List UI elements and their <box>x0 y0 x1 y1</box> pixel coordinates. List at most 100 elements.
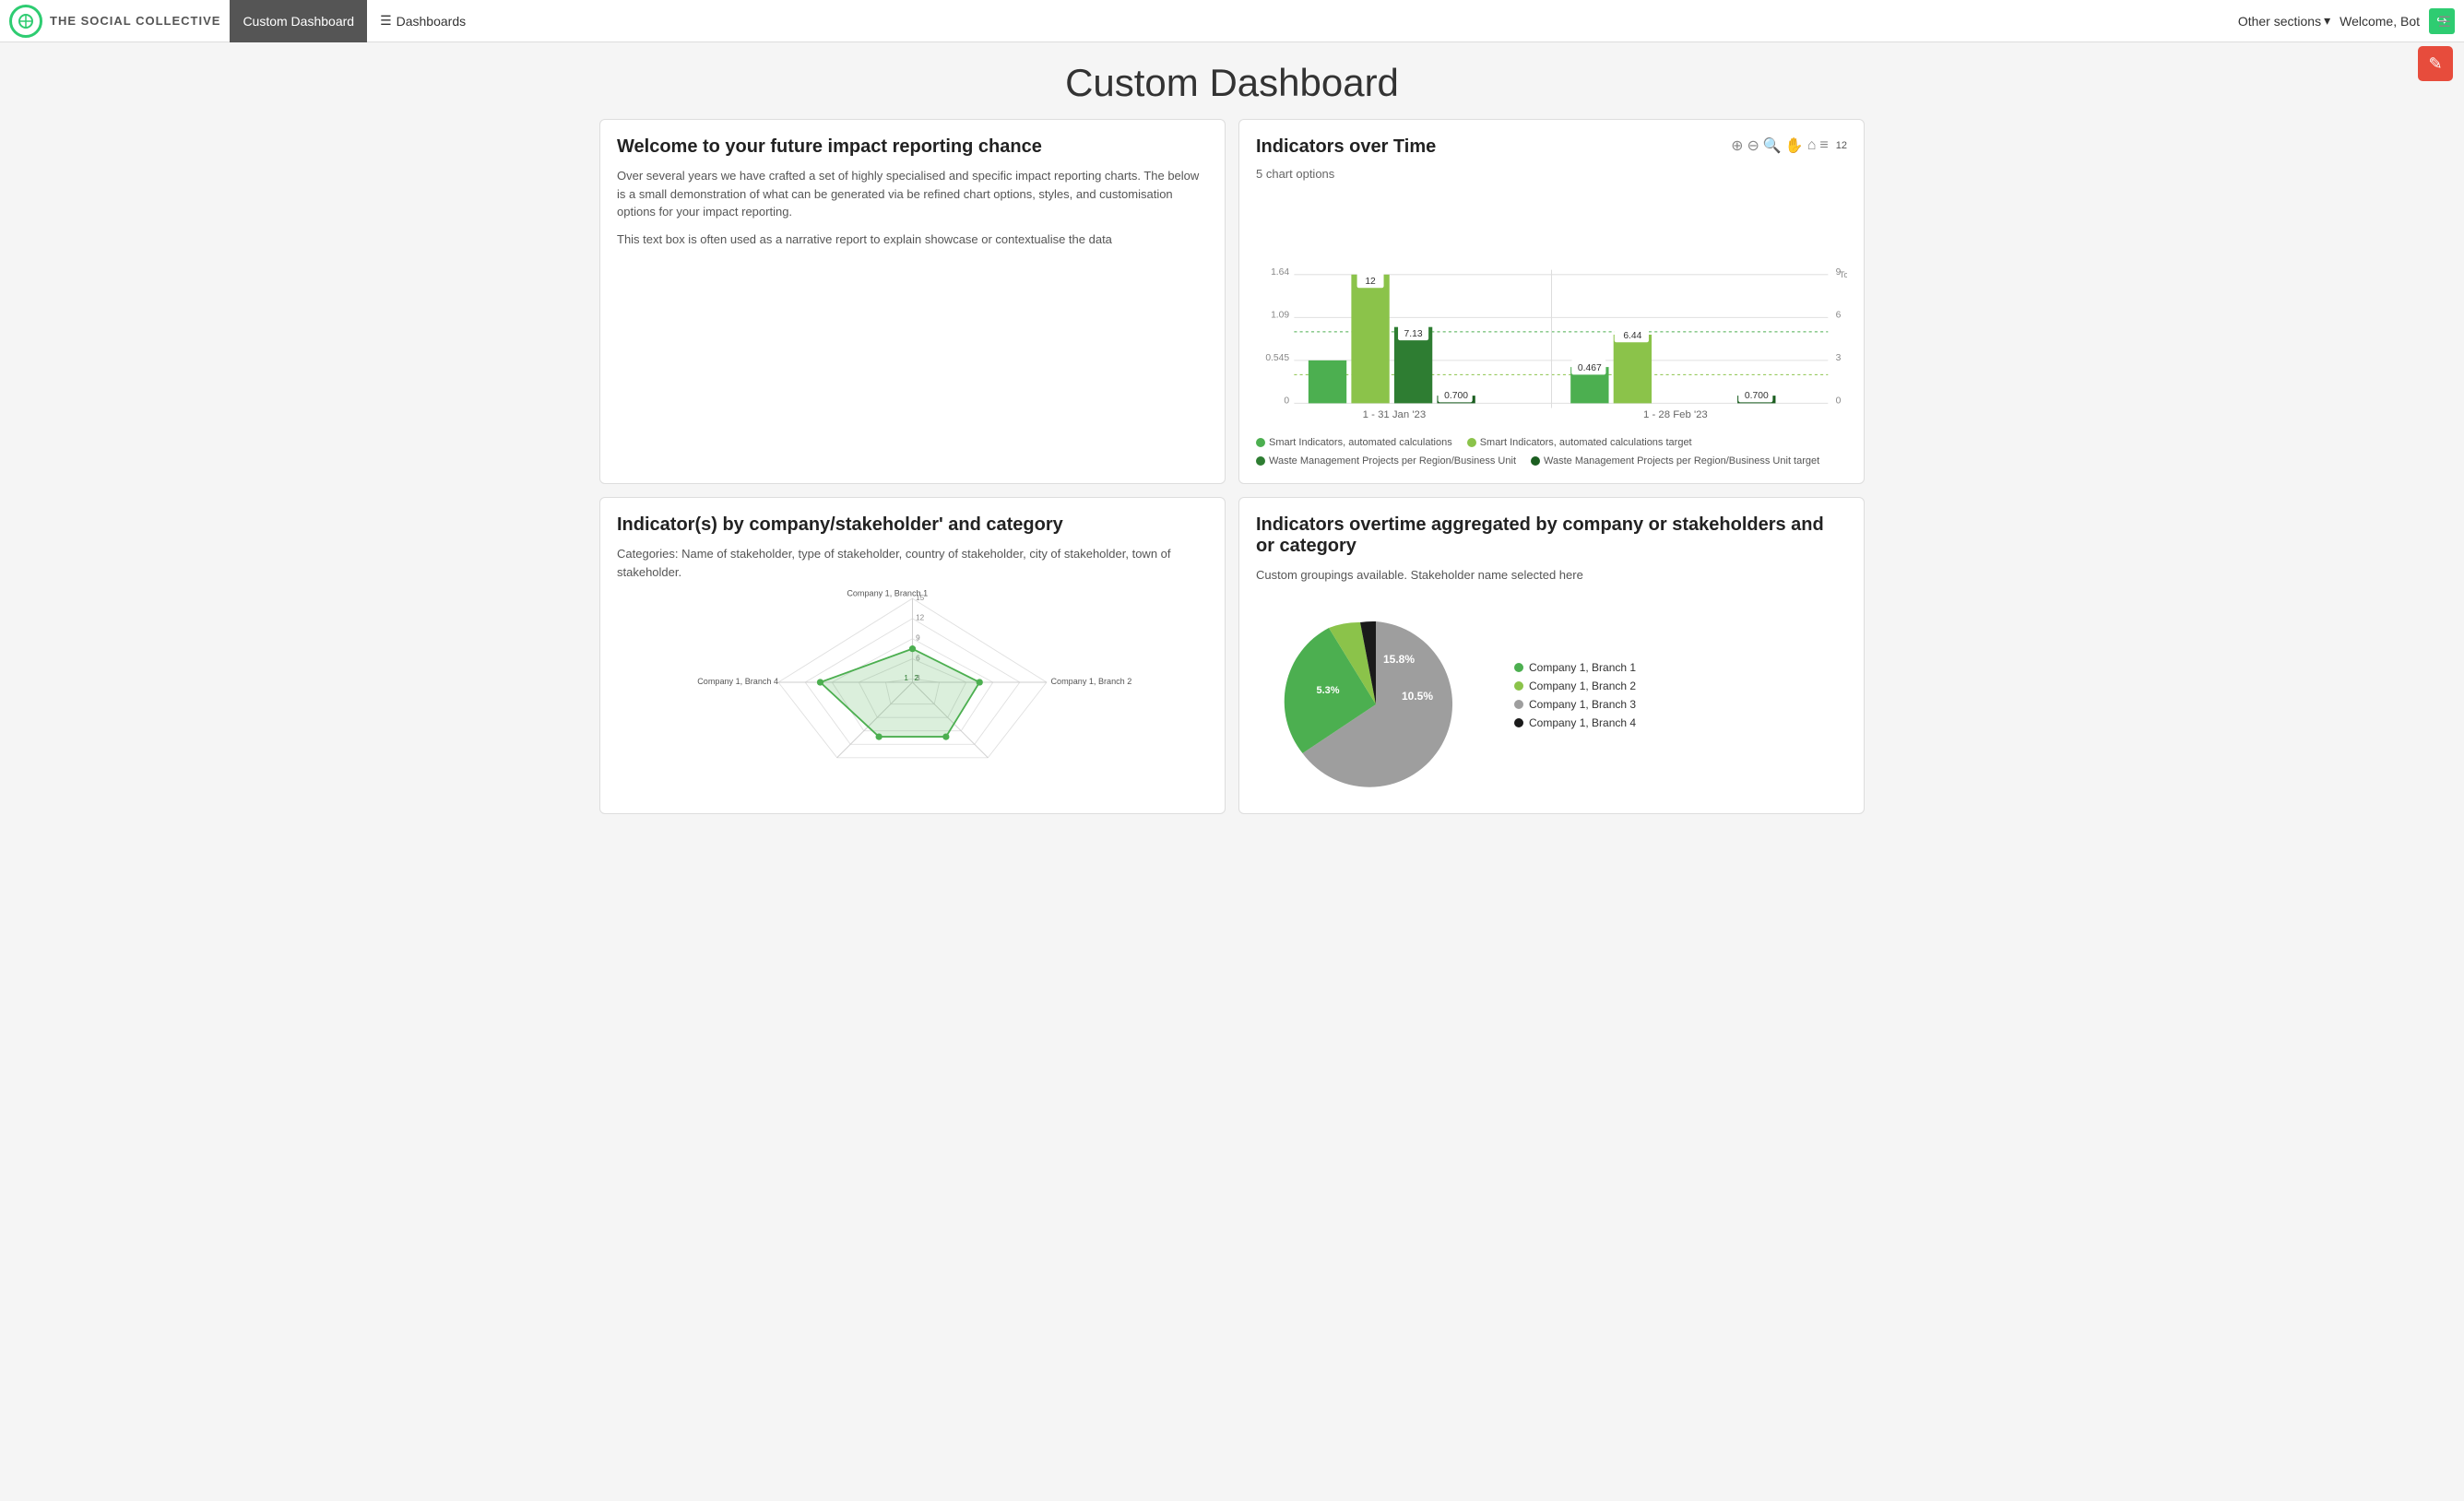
stakeholder-card: Indicator(s) by company/stakeholder' and… <box>599 497 1226 814</box>
svg-text:1 - 31 Jan '23: 1 - 31 Jan '23 <box>1363 409 1426 420</box>
zoom-out-icon[interactable]: ⊖ <box>1747 136 1759 155</box>
aggregated-card-title: Indicators overtime aggregated by compan… <box>1256 514 1847 557</box>
edit-icon: ✎ <box>2428 54 2442 74</box>
welcome-card: Welcome to your future impact reporting … <box>599 119 1226 484</box>
legend-dot-3 <box>1256 456 1265 466</box>
dashboard-grid: Welcome to your future impact reporting … <box>586 119 1878 827</box>
radar-svg: 3 6 9 12 15 1 2 Company 1, Branch 1 Comp… <box>617 590 1208 774</box>
edit-fab-button[interactable]: ✎ <box>2418 46 2453 81</box>
pie-dot-3 <box>1514 700 1523 709</box>
nav-dashboards-label: Dashboards <box>397 14 467 29</box>
page-title-section: Custom Dashboard <box>0 42 2464 119</box>
logo: THE SOCIAL COLLECTIVE <box>9 5 220 38</box>
other-sections-label: Other sections <box>2238 14 2321 29</box>
svg-text:10.5%: 10.5% <box>1402 690 1433 703</box>
bar-jan-smart <box>1309 360 1346 404</box>
search-icon[interactable]: 🔍 <box>1763 136 1782 155</box>
welcome-text: Welcome, Bot <box>2340 14 2420 29</box>
page-title: Custom Dashboard <box>0 61 2464 105</box>
nav-custom-dashboard-label: Custom Dashboard <box>243 14 354 29</box>
svg-text:Company 1, Branch 1: Company 1, Branch 1 <box>847 590 928 597</box>
logo-text: THE SOCIAL COLLECTIVE <box>50 14 220 28</box>
pie-legend-item-1: Company 1, Branch 1 <box>1514 661 1636 674</box>
legend-dot-2 <box>1467 438 1476 447</box>
svg-text:12: 12 <box>1365 277 1376 287</box>
pie-legend: Company 1, Branch 1 Company 1, Branch 2 … <box>1514 661 1636 729</box>
welcome-card-title: Welcome to your future impact reporting … <box>617 136 1208 158</box>
stakeholder-card-title: Indicator(s) by company/stakeholder' and… <box>617 514 1208 536</box>
pie-legend-item-2: Company 1, Branch 2 <box>1514 680 1636 692</box>
welcome-card-para2: This text box is often used as a narrati… <box>617 230 1208 249</box>
svg-text:0: 0 <box>1284 396 1289 406</box>
svg-text:Company 1, Branch 2: Company 1, Branch 2 <box>1051 677 1132 686</box>
radar-chart-container: 3 6 9 12 15 1 2 Company 1, Branch 1 Comp… <box>617 590 1208 774</box>
pie-label-4: Company 1, Branch 4 <box>1529 716 1636 729</box>
svg-text:1: 1 <box>904 674 908 682</box>
svg-text:0: 0 <box>1836 396 1842 406</box>
chart-toolbar: ⊕ ⊖ 🔍 ✋ ⌂ ≡ 12 <box>1731 136 1847 155</box>
svg-text:5.3%: 5.3% <box>1316 685 1339 696</box>
legend-item-2: Smart Indicators, automated calculations… <box>1467 437 1692 448</box>
pie-label-2: Company 1, Branch 2 <box>1529 680 1636 692</box>
chart-legend: Smart Indicators, automated calculations… <box>1256 437 1847 467</box>
zoom-in-icon[interactable]: ⊕ <box>1731 136 1743 155</box>
legend-label-4: Waste Management Projects per Region/Bus… <box>1544 455 1819 467</box>
navbar-right: Other sections ▾ Welcome, Bot ↪ <box>2238 8 2455 34</box>
svg-text:9: 9 <box>916 634 920 643</box>
svg-text:3: 3 <box>1836 353 1842 363</box>
stakeholder-categories: Categories: Name of stakeholder, type of… <box>617 545 1208 581</box>
legend-label-3: Waste Management Projects per Region/Bus… <box>1269 455 1516 467</box>
svg-text:0.700: 0.700 <box>1444 391 1468 401</box>
legend-item-1: Smart Indicators, automated calculations <box>1256 437 1452 448</box>
legend-label-1: Smart Indicators, automated calculations <box>1269 437 1452 448</box>
svg-text:1 - 28 Feb '23: 1 - 28 Feb '23 <box>1643 409 1708 420</box>
dropdown-arrow-icon: ▾ <box>2324 13 2330 29</box>
bar-feb-smart-target <box>1614 335 1652 403</box>
svg-text:6.44: 6.44 <box>1623 331 1641 341</box>
pie-legend-item-3: Company 1, Branch 3 <box>1514 698 1636 711</box>
bar-chart-container: 0 0.545 1.09 1.64 0 3 6 9 <box>1256 188 1847 428</box>
svg-text:0.467: 0.467 <box>1578 363 1602 373</box>
bar-jan-smart-target <box>1351 275 1389 404</box>
indicators-card: Indicators over Time 5 chart options ⊕ ⊖… <box>1238 119 1865 484</box>
nav-custom-dashboard[interactable]: Custom Dashboard <box>230 0 367 42</box>
svg-text:Total: Total <box>1840 270 1847 279</box>
menu-icon[interactable]: ≡ <box>1819 137 1828 154</box>
aggregated-subtitle: Custom groupings available. Stakeholder … <box>1256 566 1847 585</box>
svg-text:12: 12 <box>916 614 925 622</box>
pie-dot-1 <box>1514 663 1523 672</box>
chart-options-text: 5 chart options <box>1256 167 1847 181</box>
svg-text:1.09: 1.09 <box>1271 310 1289 320</box>
pie-dot-2 <box>1514 681 1523 691</box>
y2-label-top: 12 <box>1836 140 1847 151</box>
svg-text:15.8%: 15.8% <box>1383 653 1415 666</box>
svg-text:7.13: 7.13 <box>1404 329 1423 339</box>
home-icon[interactable]: ⌂ <box>1807 137 1817 154</box>
svg-text:0.700: 0.700 <box>1745 391 1769 401</box>
legend-dot-1 <box>1256 438 1265 447</box>
pie-label-3: Company 1, Branch 3 <box>1529 698 1636 711</box>
pie-legend-item-4: Company 1, Branch 4 <box>1514 716 1636 729</box>
navbar: THE SOCIAL COLLECTIVE Custom Dashboard ☰… <box>0 0 2464 42</box>
logo-circle <box>9 5 42 38</box>
svg-text:2: 2 <box>914 674 918 682</box>
other-sections-menu[interactable]: Other sections ▾ <box>2238 13 2330 29</box>
pie-chart-svg: 5.3% 15.8% 10.5% <box>1256 594 1496 797</box>
legend-item-4: Waste Management Projects per Region/Bus… <box>1531 455 1819 467</box>
menu-icon: ☰ <box>380 13 392 29</box>
svg-text:1.64: 1.64 <box>1271 267 1289 278</box>
pie-area: 5.3% 15.8% 10.5% Company 1, Branch 1 Com… <box>1256 594 1847 797</box>
aggregated-card: Indicators overtime aggregated by compan… <box>1238 497 1865 814</box>
svg-text:6: 6 <box>1836 310 1842 320</box>
bar-chart-svg: 0 0.545 1.09 1.64 0 3 6 9 <box>1256 188 1847 428</box>
pie-dot-4 <box>1514 718 1523 727</box>
pie-label-1: Company 1, Branch 1 <box>1529 661 1636 674</box>
welcome-card-para1: Over several years we have crafted a set… <box>617 167 1208 221</box>
legend-dot-4 <box>1531 456 1540 466</box>
nav-dashboards[interactable]: ☰ Dashboards <box>367 0 479 42</box>
legend-item-3: Waste Management Projects per Region/Bus… <box>1256 455 1516 467</box>
legend-label-2: Smart Indicators, automated calculations… <box>1480 437 1692 448</box>
svg-text:0.545: 0.545 <box>1265 353 1289 363</box>
svg-text:Company 1, Branch 4: Company 1, Branch 4 <box>697 677 778 686</box>
pan-icon[interactable]: ✋ <box>1785 136 1804 155</box>
